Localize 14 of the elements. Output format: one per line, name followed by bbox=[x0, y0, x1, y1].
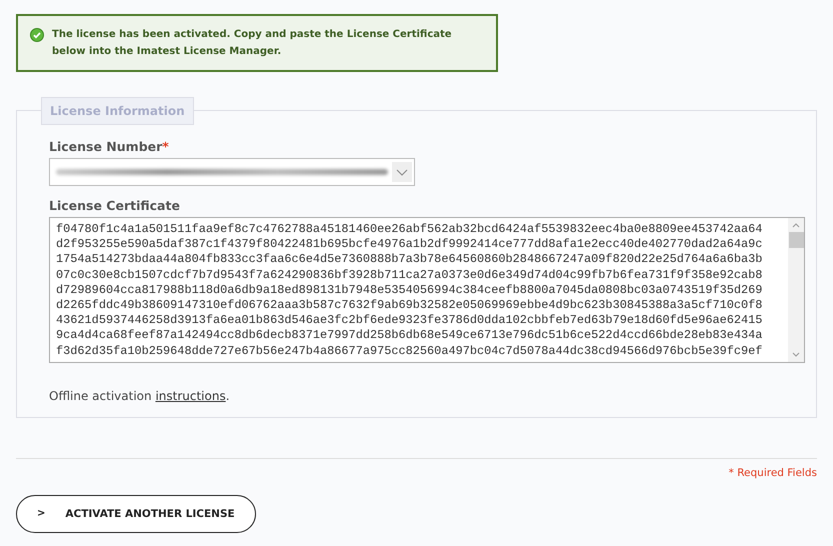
required-fields-note: * Required Fields bbox=[728, 466, 817, 479]
offline-text: Offline activation instructions. bbox=[49, 388, 231, 403]
instructions-link[interactable]: instructions bbox=[155, 388, 226, 403]
scrollbar[interactable] bbox=[788, 218, 804, 362]
license-number-select[interactable] bbox=[49, 158, 415, 186]
check-icon bbox=[30, 28, 44, 42]
scrollbar-thumb[interactable] bbox=[788, 232, 804, 248]
activate-another-license-button[interactable]: > ACTIVATE ANOTHER LICENSE bbox=[16, 494, 256, 533]
certificate-textarea[interactable]: f04780f1c4a1a501511faa9ef8c7c4762788a45181460ee26abf562ab32bcd6424af5539832eec4ba0e8809ee453742aa64 d2f953255e590a5daf387c1f4379f80422481b695bcfe4976a1b2df9992414ce777dd8afa1e2ecc40de402770dad2a64a9c 1754a514273bdaa44a804fb833cc3faa6c6e4d5e7360888b7a3b78e64560860b2848667247a09f820d22e25d764a6a6ba3b 07c0c30e8cb1507cdcf7b7d9543f7a624290836bf3928b711ca27a0373e0d6e349d74d04c99fb7b6fea731f9f358e92cab8 d72989604cca817988b118d0a6db9a18ed898131b7948e5354056994c384ceefb8800a7045da0808bc03a0743519f35d269 d2265fddc49b38609147310efd06762aaa3b587c7632f9ab69b32582e05069969ebbe4d9bc623b30845388a3a5cf710c0f8 43621d5937446258d3913fa6ea01b863d546ae3fc2bf6ede9323fe3786d0dda102cbbfeb7ed63b79e18d60fd5e96ae62415 9ca4d4ca68feef87a142494cc8db6decb8371e7997dd258b6db68e549ce6713e796dc51b6ce522d4ccd66bde28eb83e434a f3d62d35fa10b259648dde727e67b56e247b4a86677a975cc82560a497bc04c7d5078a44dc38cd94566d976bcb5e39fc9ef bbox=[49, 217, 805, 363]
notice-text: The license has been activated. Copy and paste the License Certificate below into the Imatest License Manager. bbox=[52, 28, 453, 59]
field-label: License Number* bbox=[49, 139, 170, 154]
caret-icon bbox=[392, 162, 412, 182]
field-label: License Certificate bbox=[49, 198, 181, 213]
panel-legend: License Information bbox=[41, 97, 194, 125]
